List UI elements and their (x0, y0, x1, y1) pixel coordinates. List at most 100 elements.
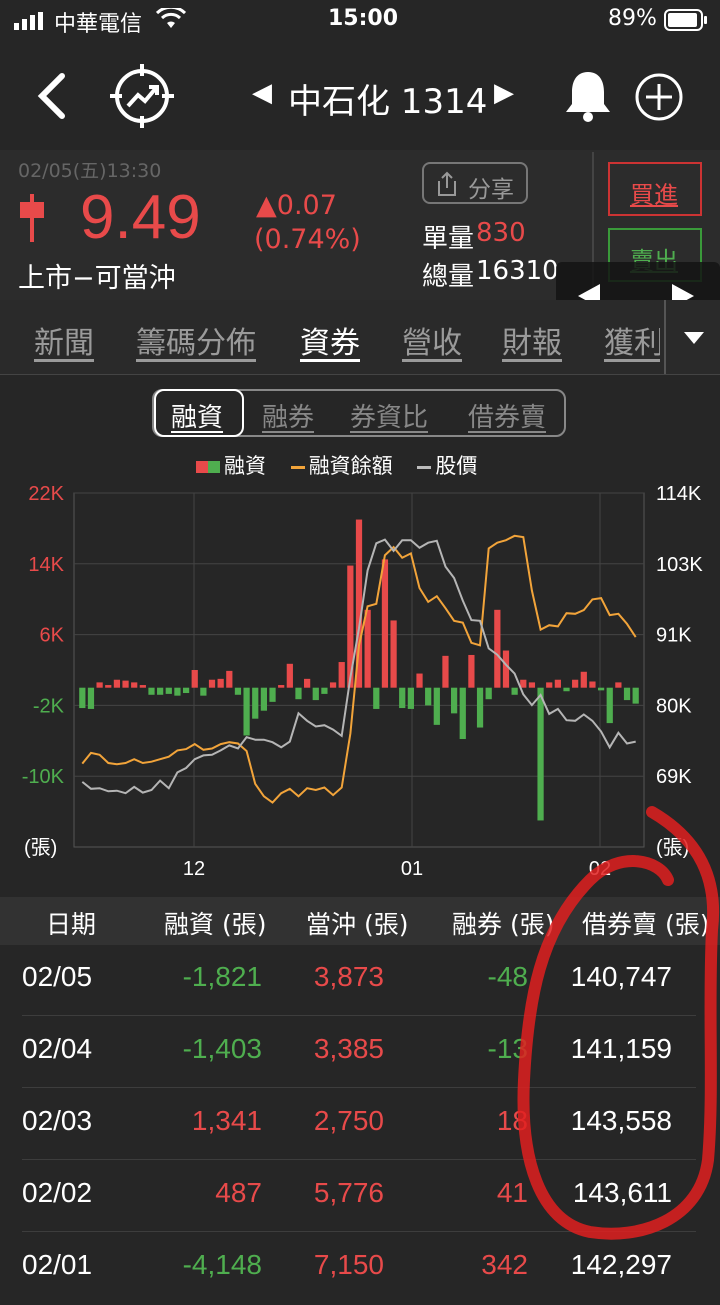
right-tick-label: 91K (656, 625, 692, 647)
tab-margin[interactable]: 資券 (300, 318, 360, 362)
segment-margin[interactable]: 融資 (171, 397, 223, 434)
buy-label: 買進 (630, 181, 678, 209)
margin-bar (623, 687, 631, 701)
margin-bar (615, 682, 622, 688)
right-tick-label: 80K (656, 695, 692, 717)
tab-revenue[interactable]: 營收 (402, 318, 462, 362)
margin-bar (416, 673, 423, 688)
margin-bar (537, 687, 544, 821)
x-tick-label: 02 (589, 858, 611, 880)
margin-bar (122, 680, 129, 688)
share-icon (438, 171, 456, 196)
margin-bar (312, 687, 319, 701)
cell-daytrade: 5,776 (313, 1177, 384, 1208)
row-divider (22, 1015, 696, 1016)
margin-chart: 22K 114K 14K 103K 6K 91K -2K 80K -10K 69K (張) (張) 12… (22, 483, 704, 880)
x-tick-label: 01 (401, 858, 423, 880)
cell-margin: 1,341 (191, 1105, 262, 1136)
battery-icon (664, 9, 707, 31)
left-tick-label: 22K (28, 483, 64, 505)
cell-daytrade: 2,750 (313, 1105, 384, 1136)
nav-bar: ◀ 中石化 1314 ▶ (0, 40, 720, 150)
margin-bar (252, 687, 259, 719)
right-tick-label: 103K (656, 554, 703, 576)
unit-volume-label: 單量 (422, 224, 475, 254)
trend-chart-icon[interactable] (108, 62, 176, 130)
legend-swatch-gray (417, 465, 432, 469)
right-unit-label: (張) (656, 837, 689, 859)
margin-bar (468, 654, 475, 688)
cell-short: 18 (496, 1105, 528, 1136)
back-chevron-icon[interactable] (34, 72, 68, 120)
segment-sbl[interactable]: 借券賣 (468, 397, 546, 434)
segment-control: 融資 融券 券資比 借券賣 (152, 389, 566, 437)
margin-bar (321, 687, 328, 694)
margin-bar (425, 687, 432, 706)
margin-bar (157, 687, 164, 695)
status-bar: 中華電信 15:00 89% (0, 0, 720, 40)
right-tick-label: 114K (656, 483, 702, 505)
margin-bar (217, 678, 224, 688)
cell-sbl: 142,297 (570, 1249, 672, 1280)
margin-bar (191, 670, 198, 688)
plus-circle-icon[interactable] (634, 72, 684, 122)
price-change: ▲0.07 (256, 190, 337, 221)
margin-bar (390, 620, 397, 688)
buy-button[interactable]: 買進 (608, 162, 702, 216)
row-divider (22, 1231, 696, 1232)
margin-bar (260, 687, 268, 711)
segment-short[interactable]: 融券 (262, 397, 314, 434)
right-tick-label: 69K (656, 766, 692, 788)
margin-bar (278, 685, 285, 688)
share-button[interactable]: 分享 (422, 162, 528, 204)
cell-date: 02/02 (22, 1177, 93, 1208)
cell-margin: -4,148 (182, 1249, 262, 1280)
cell-daytrade: 3,385 (313, 1033, 384, 1064)
market-type: 上市−可當沖 (18, 263, 176, 294)
margin-bar (269, 687, 276, 702)
table-row[interactable]: 02/04 -1,403 3,385 -13 141,159 (0, 1017, 720, 1089)
table-row[interactable]: 02/03 1,341 2,750 18 143,558 (0, 1089, 720, 1161)
margin-bar (131, 682, 138, 688)
margin-bar (520, 679, 527, 688)
tab-chip-distribution[interactable]: 籌碼分佈 (136, 318, 256, 362)
margin-bar (494, 609, 501, 688)
margin-bar (459, 687, 466, 740)
up-candle-icon (20, 194, 44, 242)
cell-margin: -1,821 (182, 961, 262, 992)
tabs-divider (664, 300, 666, 374)
signal-icon (14, 12, 43, 30)
tab-profit[interactable]: 獲利 (604, 318, 660, 362)
wifi-icon (156, 8, 186, 28)
segment-short-ratio[interactable]: 券資比 (350, 397, 428, 434)
current-price: 9.49 (80, 183, 201, 252)
chevron-down-icon[interactable] (682, 330, 706, 346)
margin-bar (433, 687, 440, 725)
table-row[interactable]: 02/05 -1,821 3,873 -48 140,747 (0, 945, 720, 1017)
cell-short: 342 (481, 1249, 528, 1280)
table-row[interactable]: 02/01 -4,148 7,150 342 142,297 (0, 1233, 720, 1305)
margin-bar (476, 687, 484, 728)
tab-financials[interactable]: 財報 (502, 318, 562, 362)
header-daytrade: 當沖 (張) (306, 910, 409, 939)
margin-bar (563, 687, 570, 692)
bell-icon[interactable] (562, 68, 614, 124)
price-change-pct: (0.74%) (254, 224, 361, 255)
next-stock-arrow[interactable]: ▶ (494, 78, 514, 108)
margin-bar (295, 687, 302, 700)
section-tabs: 新聞 籌碼分佈 資券 營收 財報 獲利 (0, 300, 720, 375)
margin-bar (381, 559, 389, 688)
margin-bar (96, 682, 103, 688)
prev-stock-arrow[interactable]: ◀ (252, 78, 272, 108)
margin-bar (485, 687, 492, 700)
cell-sbl: 143,611 (572, 1177, 672, 1208)
table-row[interactable]: 02/02 487 5,776 41 143,611 (0, 1161, 720, 1233)
margin-bar (182, 687, 190, 694)
tab-news[interactable]: 新聞 (34, 318, 94, 362)
margin-bar (338, 662, 345, 688)
margin-bar (174, 687, 181, 696)
cell-short: -13 (487, 1033, 528, 1064)
margin-bar (572, 679, 579, 688)
margin-bar (329, 682, 337, 688)
left-tick-label: 6K (40, 625, 65, 647)
